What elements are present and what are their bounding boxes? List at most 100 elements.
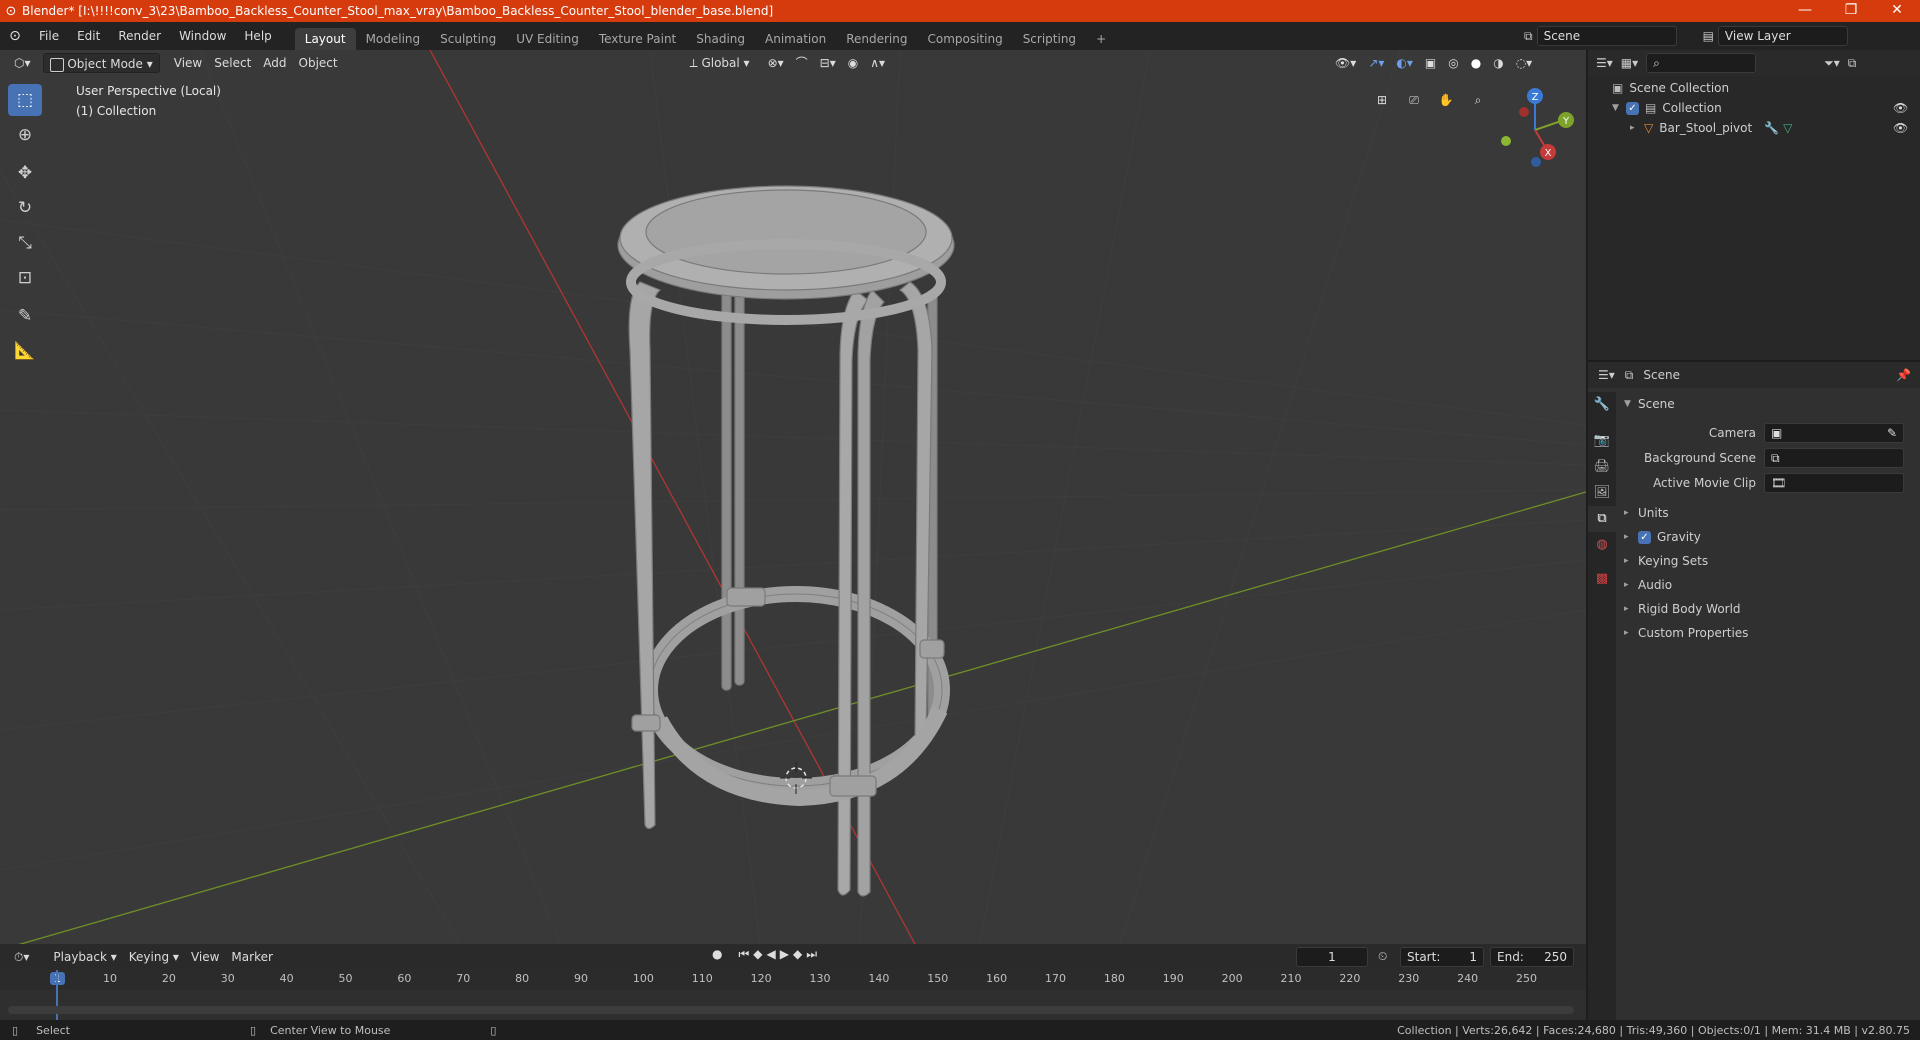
viewport-menu-view[interactable]: View (168, 53, 208, 73)
timeline-menu-playback[interactable]: Playback ▾ (47, 947, 122, 967)
stopwatch-icon[interactable]: ⏲ (1378, 949, 1387, 964)
camera-field[interactable]: ▣ ✎ (1764, 422, 1904, 443)
object-mode-dropdown[interactable]: Object Mode ▾ (42, 53, 160, 73)
scene-field[interactable]: Scene (1536, 26, 1677, 46)
menu-help[interactable]: Help (235, 22, 280, 50)
falloff-icon[interactable]: ∧▾ (864, 53, 891, 73)
tab-modeling[interactable]: Modeling (356, 28, 431, 50)
outliner-editor-icon[interactable]: ☰▾ (1596, 56, 1613, 70)
tab-scripting[interactable]: Scripting (1013, 28, 1086, 50)
timeline-menu-keying[interactable]: Keying ▾ (123, 947, 185, 967)
scene-tab-icon[interactable]: ⧉ (1588, 506, 1616, 532)
texture-tab-icon[interactable]: ▩ (1588, 566, 1616, 592)
end-frame-field[interactable]: End: 250 (1490, 947, 1574, 967)
pin-icon[interactable]: 📌 (1896, 368, 1911, 382)
menu-render[interactable]: Render (109, 22, 170, 50)
transform-tool[interactable]: ⊡ (8, 262, 42, 294)
grid-view-icon[interactable]: ⊞ (1370, 88, 1394, 112)
outliner-scene-collection[interactable]: ▣ Scene Collection (1612, 78, 1920, 98)
frame-ruler[interactable]: 1102030405060708090100110120130140150160… (0, 970, 1586, 990)
pivot-point-icon[interactable]: ⊗▾ (762, 53, 790, 73)
units-panel[interactable]: ▸ Units (1624, 501, 1914, 525)
rotate-tool[interactable]: ↻ (8, 192, 42, 224)
close-button[interactable]: ✕ (1874, 0, 1920, 22)
mesh-data-icon[interactable]: ▽ (1783, 121, 1792, 135)
display-mode-icon[interactable]: ▦▾ (1621, 56, 1638, 70)
add-workspace-button[interactable]: + (1086, 28, 1116, 50)
overlays-icon[interactable]: ◐▾ (1390, 53, 1419, 73)
render-tab-icon[interactable]: 📷 (1588, 428, 1616, 454)
view-layer-tab-icon[interactable]: 🖼 (1588, 480, 1616, 506)
timeline-menu-view[interactable]: View (185, 947, 225, 967)
tab-compositing[interactable]: Compositing (917, 28, 1012, 50)
object-expand-icon[interactable]: ▸ (1630, 123, 1644, 133)
minimize-button[interactable]: — (1782, 0, 1828, 22)
next-keyframe-icon[interactable]: ◆ (793, 947, 802, 962)
jump-start-icon[interactable]: ⏮ (738, 947, 749, 962)
background-scene-field[interactable]: ⧉ (1764, 447, 1904, 468)
solid-shading-icon[interactable]: ● (1465, 53, 1487, 73)
move-tool[interactable]: ✥ (8, 157, 42, 189)
3d-viewport[interactable]: User Perspective (Local) (1) Collection … (0, 50, 1586, 944)
snap-icon[interactable]: ⌒ (790, 53, 814, 73)
wireframe-shading-icon[interactable]: ◎ (1442, 53, 1464, 73)
gizmo-toggle-icon[interactable]: ↗▾ (1362, 53, 1390, 73)
outliner-search-input[interactable]: ⌕ (1646, 53, 1757, 73)
tab-animation[interactable]: Animation (755, 28, 836, 50)
tab-shading[interactable]: Shading (686, 28, 755, 50)
gravity-checkbox[interactable]: ✓ (1638, 530, 1651, 544)
camera-icon[interactable]: ⎚ (1402, 88, 1426, 112)
timeline-area[interactable]: 1102030405060708090100110120130140150160… (0, 970, 1586, 1020)
gravity-panel[interactable]: ▸ ✓ Gravity (1624, 525, 1914, 549)
active-movie-clip-field[interactable]: 🎞 (1764, 472, 1904, 493)
timeline-editor-icon[interactable]: ⏱▾ (8, 947, 35, 967)
restore-button[interactable]: ❐ (1828, 0, 1874, 22)
outliner-collection[interactable]: ▼ ✓ ▤ Collection 👁 (1612, 98, 1920, 118)
tool-tab-icon[interactable]: 🔧 (1588, 392, 1616, 418)
menu-window[interactable]: Window (170, 22, 235, 50)
blender-menu-icon[interactable]: ⊙ (0, 28, 30, 44)
tab-rendering[interactable]: Rendering (836, 28, 917, 50)
filter-icon[interactable]: ⏷▾ (1824, 56, 1840, 71)
expand-icon[interactable]: ▼ (1612, 103, 1626, 113)
menu-file[interactable]: File (30, 22, 68, 50)
cursor-tool[interactable]: ⊕ (8, 119, 42, 151)
rigid-body-world-panel[interactable]: ▸ Rigid Body World (1624, 597, 1914, 621)
tab-layout[interactable]: Layout (294, 28, 356, 50)
world-tab-icon[interactable]: ◍ (1588, 532, 1616, 558)
timeline-scrollbar[interactable] (8, 1006, 1574, 1014)
xray-icon[interactable]: ▣ (1419, 53, 1442, 73)
transform-orientation-dropdown[interactable]: ⟂ Global ▾ (684, 53, 756, 73)
view-layer-field[interactable]: View Layer (1717, 26, 1848, 46)
new-collection-icon[interactable]: ⧉ (1848, 56, 1857, 71)
menu-edit[interactable]: Edit (68, 22, 109, 50)
output-tab-icon[interactable]: 🖨 (1588, 454, 1616, 480)
axis-gizmo[interactable]: Z Y X (1490, 84, 1580, 174)
timeline-menu-marker[interactable]: Marker (225, 947, 278, 967)
annotate-tool[interactable]: ✎ (8, 300, 42, 332)
modifier-wrench-icon[interactable]: 🔧 (1764, 121, 1779, 135)
jump-end-icon[interactable]: ⏭ (806, 947, 817, 962)
proportional-edit-icon[interactable]: ◉ (842, 53, 864, 73)
measure-tool[interactable]: 📐 (8, 335, 42, 367)
snap-target-icon[interactable]: ⊟▾ (814, 53, 842, 73)
visibility-icon[interactable]: 👁▾ (1329, 53, 1362, 73)
eyedropper-icon[interactable]: ✎ (1887, 424, 1897, 442)
keying-sets-panel[interactable]: ▸ Keying Sets (1624, 549, 1914, 573)
outliner-object[interactable]: ▸ ▽ Bar_Stool_pivot 🔧 ▽ 👁 (1612, 118, 1920, 138)
scene-panel-header[interactable]: ▼ Scene (1624, 392, 1914, 416)
record-icon[interactable]: ● (712, 947, 722, 962)
properties-editor-icon[interactable]: ☰▾ (1598, 368, 1615, 382)
prev-keyframe-icon[interactable]: ◆ (753, 947, 762, 962)
pan-hand-icon[interactable]: ✋ (1434, 88, 1458, 112)
start-frame-field[interactable]: Start: 1 (1400, 947, 1484, 967)
audio-panel[interactable]: ▸ Audio (1624, 573, 1914, 597)
zoom-icon[interactable]: ⌕ (1466, 88, 1490, 112)
play-icon[interactable]: ▶ (780, 947, 789, 962)
play-reverse-icon[interactable]: ◀ (767, 947, 776, 962)
tab-texture-paint[interactable]: Texture Paint (589, 28, 686, 50)
custom-properties-panel[interactable]: ▸ Custom Properties (1624, 621, 1914, 645)
viewport-menu-object[interactable]: Object (293, 53, 344, 73)
collection-checkbox[interactable]: ✓ (1626, 101, 1639, 115)
editor-type-icon[interactable]: ⬡▾ (8, 53, 37, 73)
